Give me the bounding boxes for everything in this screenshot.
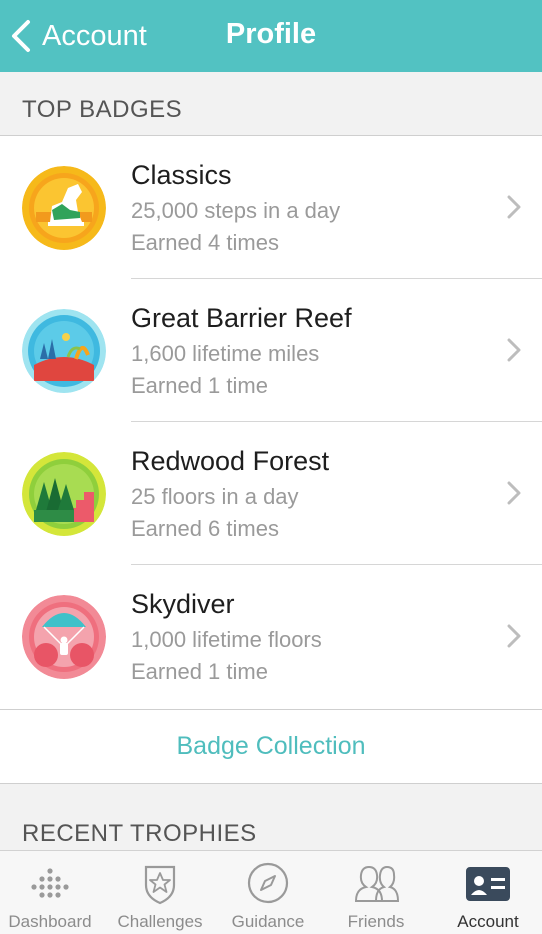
badge-list: Classics 25,000 steps in a day Earned 4 … xyxy=(0,136,542,709)
tab-guidance[interactable]: Guidance xyxy=(218,851,318,934)
dots-grid-icon xyxy=(31,868,69,898)
tab-label: Friends xyxy=(347,912,405,931)
parachute-badge-icon xyxy=(22,595,106,679)
tab-label: Dashboard xyxy=(8,912,92,931)
star-shield-icon xyxy=(144,865,176,905)
chevron-right-icon xyxy=(507,338,521,362)
badge-row-classics[interactable]: Classics 25,000 steps in a day Earned 4 … xyxy=(0,136,542,279)
badge-name: Great Barrier Reef xyxy=(131,303,352,333)
forest-badge-icon xyxy=(22,452,106,536)
badge-name: Redwood Forest xyxy=(131,446,330,476)
badge-collection-link[interactable]: Badge Collection xyxy=(0,710,542,783)
badge-description: 25 floors in a day xyxy=(131,484,299,509)
badge-earned-count: Earned 1 time xyxy=(131,659,268,684)
top-badges-heading: TOP BADGES xyxy=(22,96,183,123)
chevron-right-icon xyxy=(507,195,521,219)
badge-name: Classics xyxy=(131,160,232,190)
people-icon xyxy=(354,865,400,902)
divider xyxy=(0,783,542,784)
badge-row-skydiver[interactable]: Skydiver 1,000 lifetime floors Earned 1 … xyxy=(0,565,542,708)
badge-description: 1,000 lifetime floors xyxy=(131,627,322,652)
tab-friends[interactable]: Friends xyxy=(326,851,426,934)
chevron-right-icon xyxy=(507,624,521,648)
recent-trophies-heading: RECENT TROPHIES xyxy=(22,820,257,847)
badge-description: 25,000 steps in a day xyxy=(131,198,341,223)
badge-row-great-barrier-reef[interactable]: Great Barrier Reef 1,600 lifetime miles … xyxy=(0,279,542,422)
reef-badge-icon xyxy=(22,309,106,393)
page-title: Profile xyxy=(225,18,317,50)
tab-bar: Dashboard Challenges Guidance Friends Ac… xyxy=(0,850,542,934)
tab-label: Challenges xyxy=(117,912,203,931)
badge-description: 1,600 lifetime miles xyxy=(131,341,320,366)
tab-challenges[interactable]: Challenges xyxy=(108,851,212,934)
badge-earned-count: Earned 4 times xyxy=(131,230,279,255)
tab-label: Guidance xyxy=(231,912,305,931)
badge-row-redwood-forest[interactable]: Redwood Forest 25 floors in a day Earned… xyxy=(0,422,542,565)
sneaker-badge-icon xyxy=(22,166,106,250)
tab-account[interactable]: Account xyxy=(438,851,538,934)
badge-earned-count: Earned 1 time xyxy=(131,373,268,398)
badge-name: Skydiver xyxy=(131,589,235,619)
id-card-icon xyxy=(466,867,510,901)
badge-earned-count: Earned 6 times xyxy=(131,516,279,541)
compass-icon xyxy=(247,862,289,904)
nav-header: Account Profile xyxy=(0,0,542,72)
chevron-right-icon xyxy=(507,481,521,505)
tab-label: Account xyxy=(457,912,519,931)
tab-dashboard[interactable]: Dashboard xyxy=(0,851,100,934)
